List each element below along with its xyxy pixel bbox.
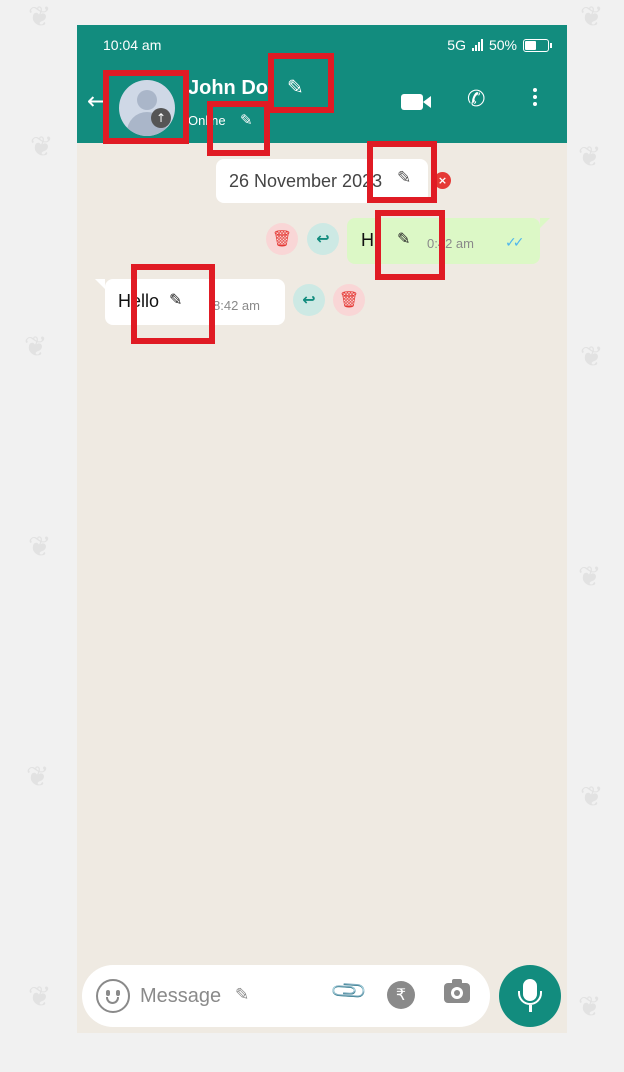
leaf-icon: ❦ [28,530,52,563]
message-time: 0:42 am [427,236,474,251]
chat-header: 10:04 am 5G 50% ← ↑ John Do ✎ Online ✎ ✆ [77,25,567,143]
phone-frame: 10:04 am 5G 50% ← ↑ John Do ✎ Online ✎ ✆… [77,25,567,1033]
remove-date-icon[interactable]: × [434,172,451,189]
edit-date-pencil-icon[interactable]: ✎ [397,168,411,188]
reply-icon[interactable]: ↩ [307,223,339,255]
battery-percent: 50% [488,37,517,53]
incoming-message[interactable]: Hello ✎ 8:42 am [95,279,285,325]
video-call-icon[interactable] [401,87,431,112]
rupee-icon[interactable]: ₹ [387,981,415,1009]
delete-icon[interactable]: 🗑 [266,223,298,255]
message-text: Hello [118,291,160,311]
message-input[interactable] [140,981,320,1011]
voice-call-icon[interactable]: ✆ [467,87,485,112]
edit-placeholder-pencil-icon[interactable]: ✎ [235,985,249,1005]
battery-icon [523,38,552,52]
contact-name[interactable]: John Do [188,77,268,100]
more-options-icon[interactable] [529,85,541,109]
leaf-icon: ❦ [578,560,602,593]
network-type: 5G [447,37,466,53]
leaf-icon: ❦ [28,0,52,33]
attach-icon[interactable]: 📎 [328,971,369,1012]
read-ticks-icon: ✓✓ [505,235,525,251]
message-time: 8:42 am [213,298,260,313]
edit-status-pencil-icon[interactable]: ✎ [240,111,253,129]
status-indicators: 5G 50% [447,37,552,53]
upload-photo-icon[interactable]: ↑ [151,108,171,128]
camera-icon[interactable] [444,979,470,1003]
leaf-icon: ❦ [580,780,604,813]
leaf-icon: ❦ [28,980,52,1013]
leaf-icon: ❦ [580,340,604,373]
arrow-left-icon[interactable]: ← [87,87,107,115]
contact-status: Online [188,113,226,128]
message-text: Hi [361,230,378,250]
leaf-icon: ❦ [30,130,54,163]
leaf-icon: ❦ [578,990,602,1023]
signal-icon [471,39,483,51]
delete-icon[interactable]: 🗑 [333,284,365,316]
avatar[interactable] [119,80,175,136]
outgoing-message[interactable]: Hi ✎ 0:42 am ✓✓ [347,218,550,264]
microphone-button[interactable] [499,965,561,1027]
edit-message-pencil-icon[interactable]: ✎ [397,229,410,248]
message-composer: ✎ 📎 ₹ [82,965,490,1027]
leaf-icon: ❦ [26,760,50,793]
reply-icon[interactable]: ↩ [293,284,325,316]
leaf-icon: ❦ [24,330,48,363]
status-time: 10:04 am [103,37,162,53]
date-label: 26 November 2023 [229,171,383,191]
edit-message-pencil-icon[interactable]: ✎ [169,290,182,309]
leaf-icon: ❦ [578,140,602,173]
emoji-icon[interactable] [96,979,130,1013]
leaf-icon: ❦ [580,0,604,33]
edit-name-pencil-icon[interactable]: ✎ [287,75,304,99]
